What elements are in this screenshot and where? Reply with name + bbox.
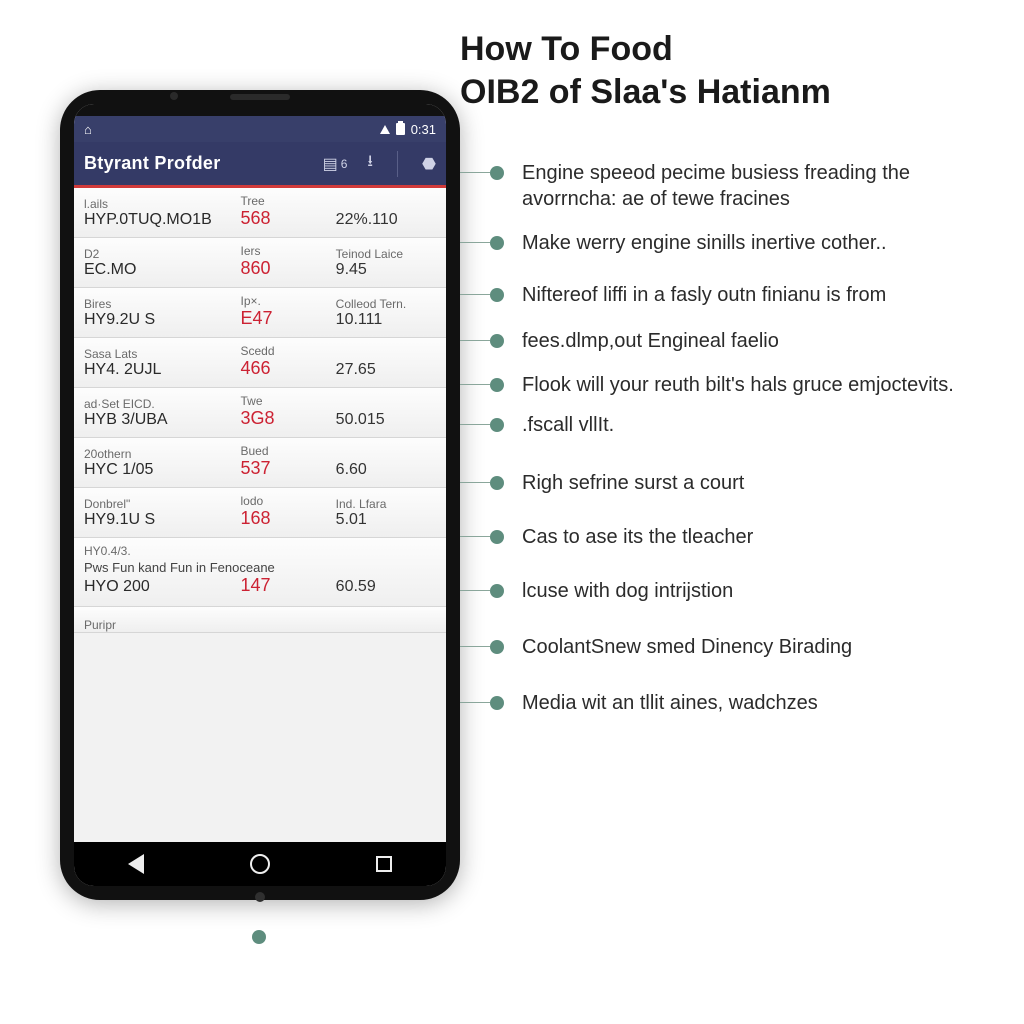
android-statusbar: ⌂ 0:31 xyxy=(74,116,446,142)
home-icon: ⌂ xyxy=(84,122,92,137)
phone-frame: ⌂ 0:31 Btyrant Profder ▤6 ⭳ ⬣ l.ails HYP xyxy=(60,90,460,900)
annotation: fees.dlmp,out Engineal faelio xyxy=(522,328,779,354)
annotation: CoolantSnew smed Dinency Birading xyxy=(522,634,852,660)
recents-button[interactable] xyxy=(368,848,400,880)
screen: ⌂ 0:31 Btyrant Profder ▤6 ⭳ ⬣ l.ails HYP xyxy=(74,104,446,886)
annotation: Flook will your reuth bilt's hals gruce … xyxy=(522,372,954,398)
data-list[interactable]: l.ails HYP.0TUQ.MO1B Tree 568 22%.110 D2… xyxy=(74,188,446,842)
download-icon[interactable]: ⭳ xyxy=(367,150,373,177)
page-heading: How To Food OIB2 of Slaa's Hatianm xyxy=(460,28,831,113)
bullet-icon xyxy=(490,378,504,392)
row-code: HYP.0TUQ.MO1B xyxy=(84,211,234,229)
bullet-icon xyxy=(490,476,504,490)
annotation: Cas to ase its the tleacher xyxy=(522,524,753,550)
annotation: Righ sefrine surst a court xyxy=(522,470,744,496)
bullet-icon xyxy=(490,288,504,302)
shield-icon[interactable]: ⬣ xyxy=(422,154,436,174)
annotation: .fscall vllIt. xyxy=(522,412,614,438)
table-row[interactable]: HY0.4/3. Pws Fun kand Fun in Fenoceane H… xyxy=(74,538,446,607)
separator xyxy=(397,151,398,177)
list-icon[interactable]: ▤6 xyxy=(323,154,348,174)
bullet-icon xyxy=(490,584,504,598)
earpiece xyxy=(230,94,290,100)
table-row[interactable]: ad·Set EICD. HYB 3/UBA Twe 3G8 50.015 xyxy=(74,388,446,438)
row-value: 568 xyxy=(240,208,329,229)
row-number: 22%.110 xyxy=(336,211,436,229)
bullet-icon xyxy=(490,236,504,250)
phone-chin-dot xyxy=(255,892,265,902)
annotation: Media wit an tllit aines, wadchzes xyxy=(522,690,818,716)
bullet-icon xyxy=(490,334,504,348)
annotation: Make werry engine sinills inertive cothe… xyxy=(522,230,887,256)
bullet-icon xyxy=(490,418,504,432)
front-camera xyxy=(170,92,178,100)
table-row[interactable]: Puripr xyxy=(74,607,446,633)
row-label: l.ails xyxy=(84,197,234,211)
battery-icon xyxy=(396,123,405,135)
row-subtitle: Pws Fun kand Fun in Fenoceane xyxy=(84,560,436,575)
annotation: Niftereof liffi in a fasly outn finianu … xyxy=(522,282,886,308)
android-navbar xyxy=(74,842,446,886)
bullet-icon xyxy=(490,696,504,710)
table-row[interactable]: 20othern HYC 1/05 Bued 537 6.60 xyxy=(74,438,446,488)
bullet-icon xyxy=(490,530,504,544)
heading-line2: OIB2 of Slaa's Hatianm xyxy=(460,71,831,114)
bullet-icon xyxy=(252,930,266,944)
bezel-top xyxy=(74,104,446,116)
table-row[interactable]: l.ails HYP.0TUQ.MO1B Tree 568 22%.110 xyxy=(74,188,446,238)
table-row[interactable]: D2 EC.MO Iers 860 Teinod Laice 9.45 xyxy=(74,238,446,288)
clock: 0:31 xyxy=(411,122,436,137)
annotation-list: Engine speeod pecime busiess freading th… xyxy=(490,160,1000,726)
app-bar: Btyrant Profder ▤6 ⭳ ⬣ xyxy=(74,142,446,188)
heading-line1: How To Food xyxy=(460,28,831,71)
signal-icon xyxy=(380,125,390,134)
back-button[interactable] xyxy=(120,848,152,880)
table-row[interactable]: Sasa Lats HY4. 2UJL Scedd 466 27.65 xyxy=(74,338,446,388)
bullet-icon xyxy=(490,640,504,654)
table-row[interactable]: Bires HY9.2U S Ip×. E47 Colleod Tern. 10… xyxy=(74,288,446,338)
home-button[interactable] xyxy=(244,848,276,880)
annotation: lcuse with dog intrijstion xyxy=(522,578,733,604)
bullet-icon xyxy=(490,166,504,180)
annotation: Engine speeod pecime busiess freading th… xyxy=(522,160,1000,212)
table-row[interactable]: Donbrel" HY9.1U S lodo 168 Ind. Lfara 5.… xyxy=(74,488,446,538)
app-title: Btyrant Profder xyxy=(84,153,323,174)
